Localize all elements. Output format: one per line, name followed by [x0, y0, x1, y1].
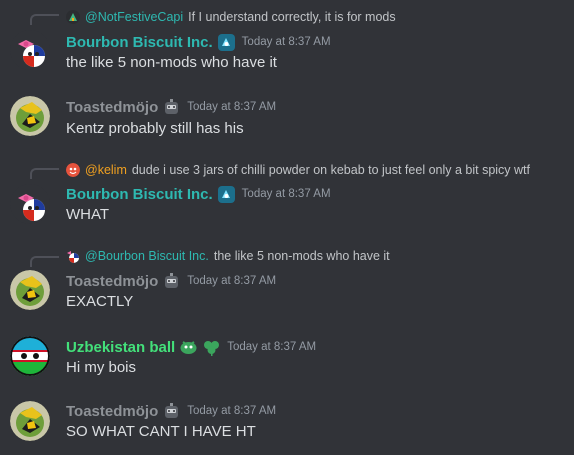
chat-message-list: @NotFestiveCapi If I understand correctl…	[0, 0, 574, 455]
reply-preview[interactable]: @Bourbon Biscuit Inc. the like 5 non-mod…	[66, 247, 390, 265]
reply-preview[interactable]: @NotFestiveCapi If I understand correctl…	[66, 8, 396, 26]
timestamp[interactable]: Today at 8:37 AM	[187, 275, 276, 287]
username[interactable]: Bourbon Biscuit Inc.	[66, 186, 213, 203]
reply-mention[interactable]: @kelim	[85, 163, 127, 177]
robot-role-icon[interactable]	[162, 402, 181, 421]
reply-avatar	[66, 163, 80, 177]
username[interactable]: Uzbekistan ball	[66, 339, 175, 356]
reply-connector	[30, 14, 59, 25]
message-item: Toastedmöjo Today at 8:37 AM SO WHAT CAN…	[0, 397, 574, 455]
message-item: @NotFestiveCapi If I understand correctl…	[0, 0, 574, 84]
avatar[interactable]	[10, 30, 50, 70]
timestamp[interactable]: Today at 8:37 AM	[242, 188, 331, 200]
message-header: Toastedmöjo Today at 8:37 AM	[66, 270, 276, 292]
reply-avatar	[66, 249, 80, 263]
reply-text: dude i use 3 jars of chilli powder on ke…	[131, 163, 530, 177]
reply-connector	[30, 256, 59, 267]
reply-text: If I understand correctly, it is for mod…	[188, 10, 396, 24]
username[interactable]: Toastedmöjo	[66, 273, 158, 290]
message-item: @Bourbon Biscuit Inc. the like 5 non-mod…	[0, 240, 574, 320]
message-content: Kentz probably still has his	[66, 120, 244, 137]
message-content: WHAT	[66, 206, 110, 223]
role-icon[interactable]	[217, 33, 236, 52]
reply-mention[interactable]: @NotFestiveCapi	[85, 10, 183, 24]
timestamp[interactable]: Today at 8:37 AM	[187, 101, 276, 113]
reply-preview[interactable]: @kelim dude i use 3 jars of chilli powde…	[66, 161, 530, 179]
clover-role-icon[interactable]	[202, 338, 221, 357]
role-icon[interactable]	[179, 338, 198, 357]
avatar[interactable]	[10, 336, 50, 376]
reply-text: the like 5 non-mods who have it	[213, 249, 390, 263]
avatar[interactable]	[10, 96, 50, 136]
role-icon[interactable]	[217, 185, 236, 204]
reply-connector	[30, 168, 59, 179]
reply-avatar	[66, 10, 80, 24]
avatar[interactable]	[10, 401, 50, 441]
message-item: Uzbekistan ball Today at 8:37 AM Hi my b…	[0, 332, 574, 386]
username[interactable]: Toastedmöjo	[66, 403, 158, 420]
message-content: Hi my bois	[66, 359, 137, 376]
timestamp[interactable]: Today at 8:37 AM	[187, 405, 276, 417]
username[interactable]: Toastedmöjo	[66, 99, 158, 116]
message-content: the like 5 non-mods who have it	[66, 54, 277, 71]
message-item: Toastedmöjo Today at 8:37 AM Kentz proba…	[0, 92, 574, 146]
message-header: Toastedmöjo Today at 8:37 AM	[66, 400, 276, 422]
message-item: @kelim dude i use 3 jars of chilli powde…	[0, 154, 574, 238]
message-header: Toastedmöjo Today at 8:37 AM	[66, 96, 276, 118]
robot-role-icon[interactable]	[162, 272, 181, 291]
message-content: SO WHAT CANT I HAVE HT	[66, 423, 256, 440]
message-header: Bourbon Biscuit Inc. Today at 8:37 AM	[66, 31, 331, 53]
message-header: Uzbekistan ball Today at 8:37 AM	[66, 336, 316, 358]
reply-mention[interactable]: @Bourbon Biscuit Inc.	[85, 249, 209, 263]
timestamp[interactable]: Today at 8:37 AM	[242, 36, 331, 48]
message-content: EXACTLY	[66, 293, 134, 310]
username[interactable]: Bourbon Biscuit Inc.	[66, 34, 213, 51]
message-header: Bourbon Biscuit Inc. Today at 8:37 AM	[66, 183, 331, 205]
avatar[interactable]	[10, 270, 50, 310]
robot-role-icon[interactable]	[162, 98, 181, 117]
avatar[interactable]	[10, 184, 50, 224]
timestamp[interactable]: Today at 8:37 AM	[227, 341, 316, 353]
